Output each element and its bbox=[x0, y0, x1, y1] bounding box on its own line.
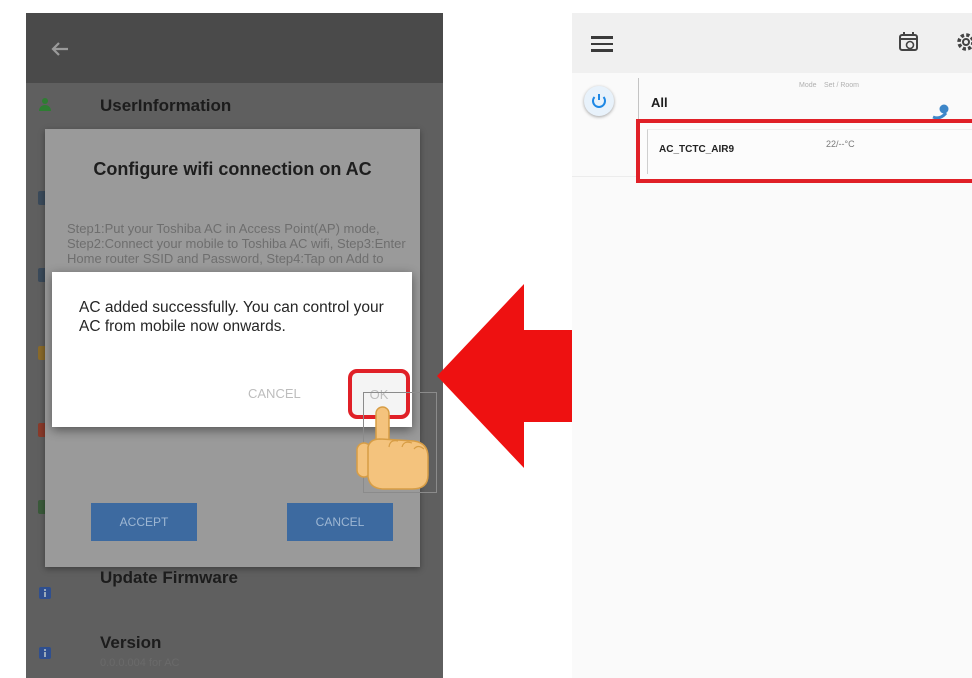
group-label-all[interactable]: All bbox=[651, 95, 668, 110]
device-row-highlight[interactable]: AC_TCTC_AIR9 22/--°C bbox=[636, 119, 972, 183]
device-name: AC_TCTC_AIR9 bbox=[659, 144, 735, 155]
back-arrow-icon[interactable] bbox=[50, 39, 70, 59]
set-room-column-header: Set / Room bbox=[824, 82, 860, 89]
menu-item-update-firmware[interactable]: Update Firmware bbox=[26, 558, 443, 618]
info-icon bbox=[39, 647, 51, 659]
configure-wifi-title: Configure wifi connection on AC bbox=[93, 159, 372, 179]
menu-item-label: UserInformation bbox=[100, 96, 232, 115]
menu-item-label: Version bbox=[100, 633, 162, 652]
person-icon bbox=[39, 98, 51, 111]
config-cancel-button[interactable]: CANCEL bbox=[287, 503, 393, 541]
success-message: AC added successfully. You can control y… bbox=[79, 299, 384, 335]
menu-icon[interactable] bbox=[591, 36, 613, 52]
right-phone-screen: All Mode Set / Room AC_TCTC_AIR9 22/--°C bbox=[572, 13, 972, 678]
left-app-bar bbox=[26, 13, 443, 83]
right-app-bar bbox=[572, 13, 972, 73]
header-divider bbox=[638, 78, 639, 121]
tap-hand-icon bbox=[356, 406, 429, 490]
success-cancel-button[interactable]: CANCEL bbox=[248, 386, 301, 401]
gear-icon[interactable] bbox=[953, 29, 972, 55]
device-temperature: 22/--°C bbox=[826, 139, 855, 149]
version-value: 0.0.0.004 for AC bbox=[100, 657, 180, 669]
accept-button[interactable]: ACCEPT bbox=[91, 503, 197, 541]
mode-column-header: Mode bbox=[799, 82, 817, 89]
menu-item-label: Update Firmware bbox=[100, 568, 238, 587]
power-icon bbox=[592, 94, 606, 108]
info-icon bbox=[39, 587, 51, 599]
left-phone-screen: UserInformation Configure wifi connectio… bbox=[26, 13, 443, 678]
calendar-clock-icon[interactable] bbox=[898, 31, 920, 53]
configure-wifi-instructions: Step1:Put your Toshiba AC in Access Poin… bbox=[67, 221, 406, 266]
menu-item-version[interactable]: Version 0.0.0.004 for AC bbox=[26, 618, 443, 678]
menu-item-user-information[interactable]: UserInformation bbox=[26, 83, 443, 128]
power-button[interactable] bbox=[584, 86, 614, 116]
